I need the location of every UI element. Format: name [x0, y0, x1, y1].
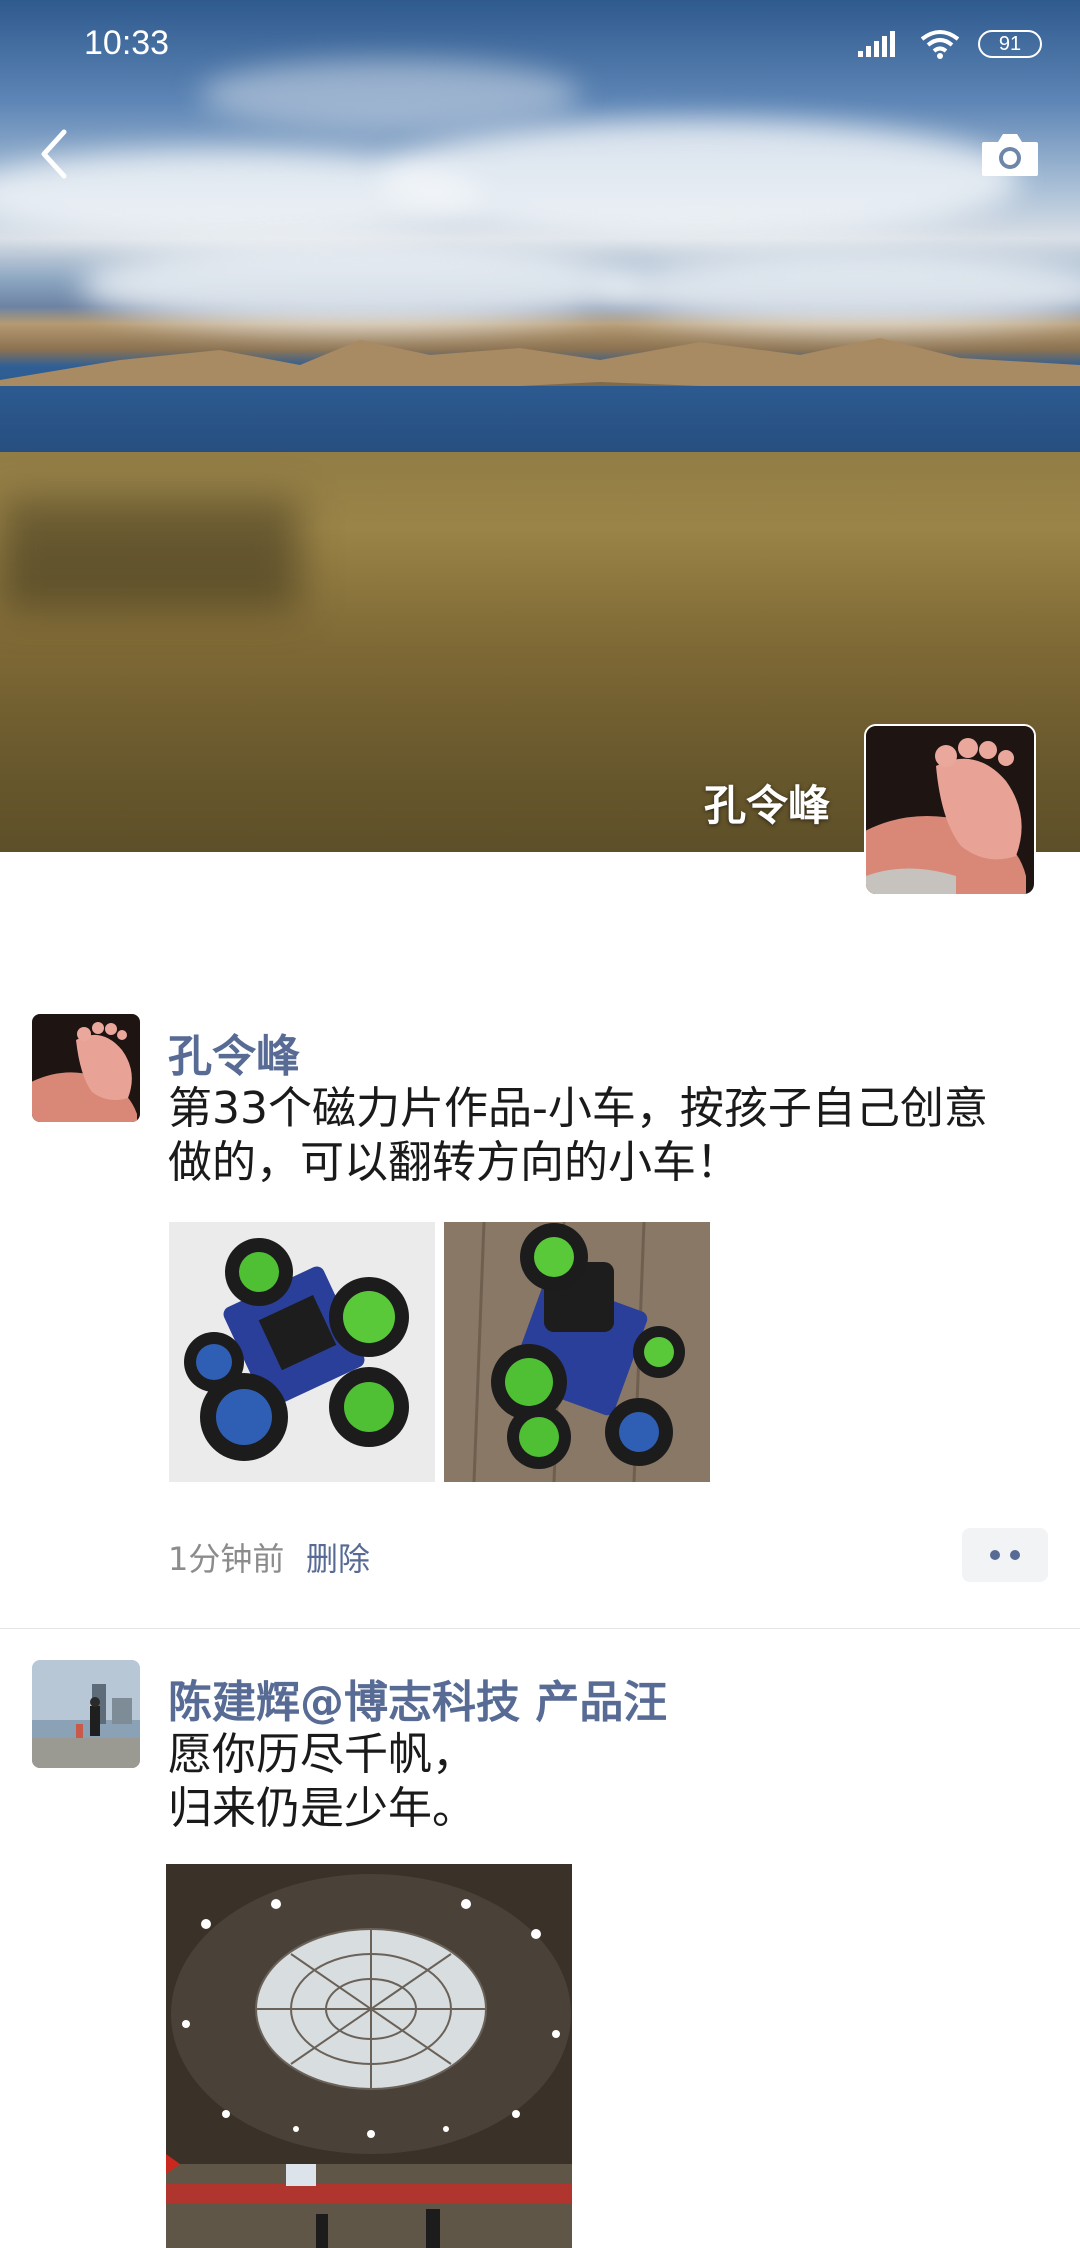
post-author[interactable]: 孔令峰 [168, 1020, 300, 1084]
wifi-icon [920, 30, 960, 59]
profile-name[interactable]: 孔令峰 [704, 772, 830, 833]
camera-icon[interactable] [980, 130, 1040, 180]
status-bar: 10:33 91 [0, 0, 1080, 90]
post-image[interactable] [444, 1222, 710, 1482]
avatar[interactable] [32, 1014, 140, 1122]
divider [0, 1628, 1080, 1629]
status-icons: 91 [858, 28, 1042, 60]
post-text: 愿你历尽千帆， 归来仍是少年。 [168, 1729, 476, 1834]
signal-icon [858, 31, 895, 57]
post-timestamp: 1分钟前 [168, 1540, 285, 1578]
delete-link[interactable]: 删除 [306, 1534, 370, 1580]
more-actions-button[interactable] [962, 1528, 1048, 1582]
status-time: 10:33 [84, 24, 170, 62]
chevron-left-icon[interactable] [30, 124, 80, 184]
avatar[interactable] [32, 1660, 140, 1768]
more-dots-icon [1010, 1550, 1020, 1560]
post-image[interactable] [169, 1222, 435, 1482]
profile-avatar[interactable] [864, 724, 1036, 896]
post-text: 第33个磁力片作品-小车，按孩子自己创意 做的，可以翻转方向的小车！ [168, 1083, 988, 1188]
post-author[interactable]: 陈建辉@博志科技 产品汪 [168, 1666, 667, 1730]
post-image[interactable] [166, 1864, 572, 2248]
battery-indicator: 91 [978, 30, 1042, 58]
more-dots-icon [990, 1550, 1000, 1560]
